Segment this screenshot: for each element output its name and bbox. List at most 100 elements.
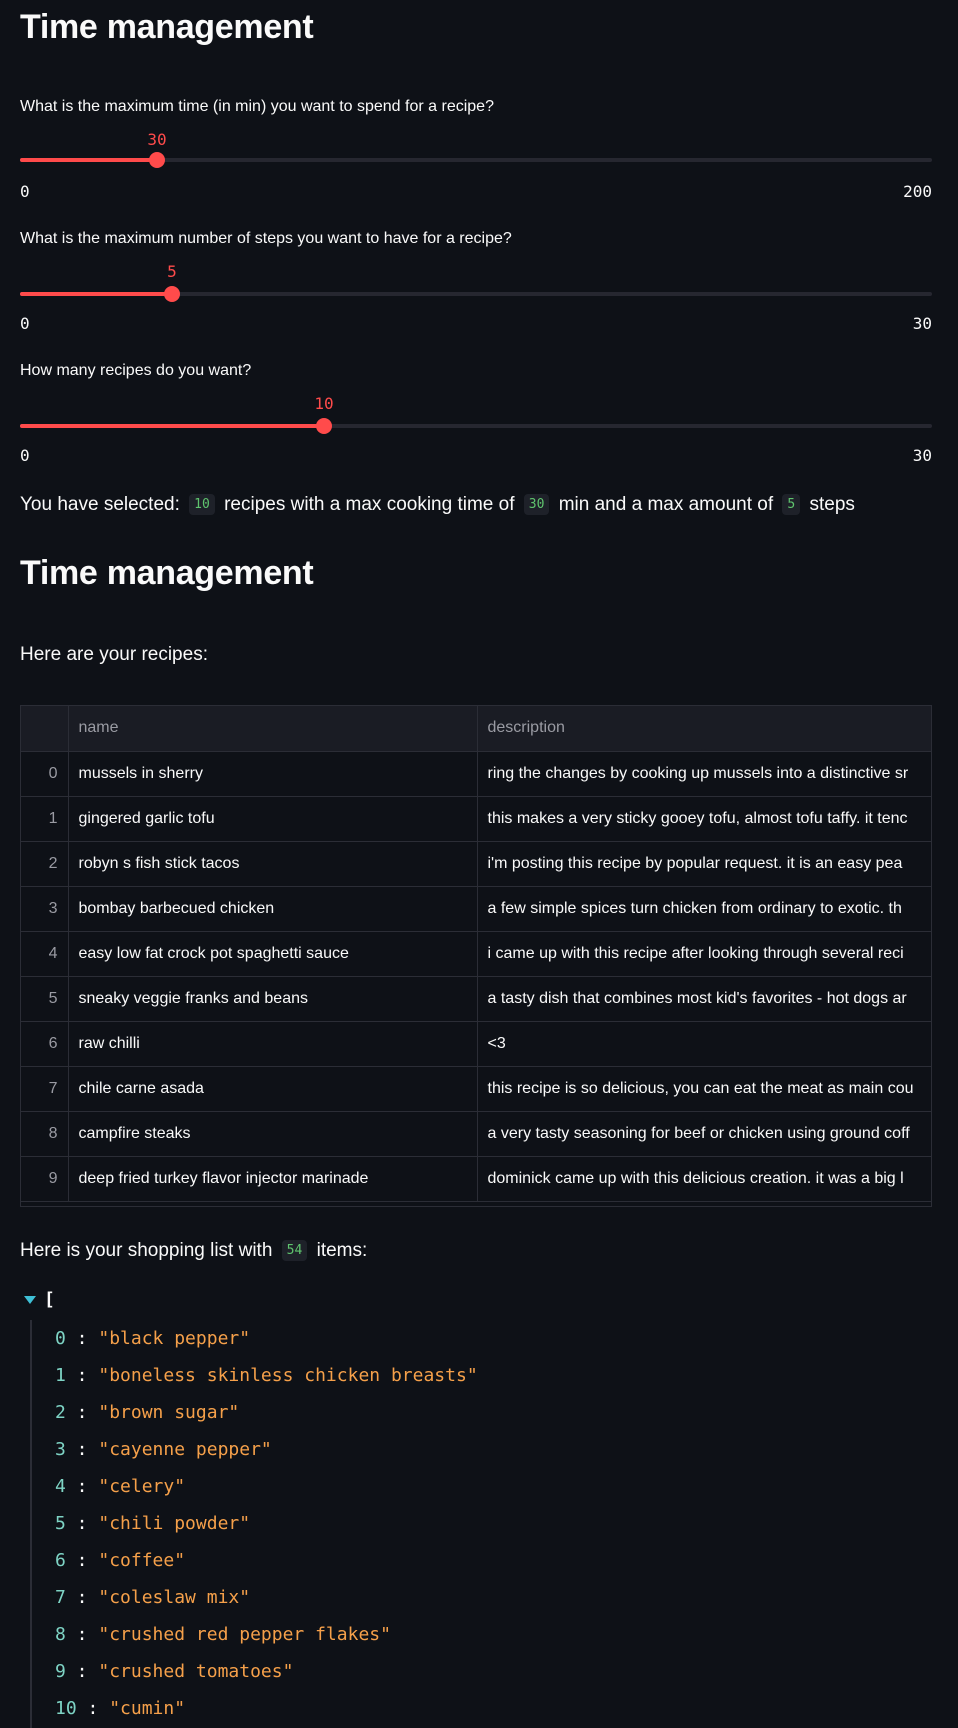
json-item: 9 : "crushed tomatoes" <box>55 1661 294 1682</box>
json-item: 2 : "brown sugar" <box>55 1402 240 1423</box>
summary-mid1: recipes with a max cooking time of <box>224 494 515 515</box>
recipe-name-cell[interactable]: easy low fat crock pot spaghetti sauce <box>68 931 478 977</box>
page-title: Time management <box>20 8 314 46</box>
summary-steps-code: 5 <box>782 494 801 515</box>
recipe-description-cell[interactable]: ring the changes by cooking up mussels i… <box>477 751 931 797</box>
table-row: 7 chile carne asada this recipe is so de… <box>21 1066 931 1112</box>
table-row: 1 gingered garlic tofu this makes a very… <box>21 796 931 842</box>
max-time-slider-min: 0 <box>20 182 30 201</box>
summary-recipes-code: 10 <box>189 494 215 515</box>
json-value: "cayenne pepper" <box>98 1439 272 1460</box>
recipe-description-cell[interactable]: a few simple spices turn chicken from or… <box>477 886 931 932</box>
table-header-row: name description <box>21 706 931 752</box>
json-item: 6 : "coffee" <box>55 1550 186 1571</box>
recipe-description-cell[interactable]: this recipe is so delicious, you can eat… <box>477 1066 931 1112</box>
json-key: 0 <box>55 1328 66 1349</box>
json-key: 7 <box>55 1587 66 1608</box>
json-value: "cumin" <box>109 1698 186 1719</box>
row-index: 6 <box>21 1021 69 1067</box>
app-page: Time management What is the maximum time… <box>0 0 958 1728</box>
max-time-slider-thumb[interactable] <box>149 152 165 168</box>
table-header-index[interactable] <box>21 706 69 752</box>
json-value: "celery" <box>98 1476 186 1497</box>
json-item: 5 : "chili powder" <box>55 1513 251 1534</box>
table-row: 8 campfire steaks a very tasty seasoning… <box>21 1111 931 1157</box>
shopping-list-intro: Here is your shopping list with 54 items… <box>20 1240 367 1262</box>
recipe-name-cell[interactable]: gingered garlic tofu <box>68 796 478 842</box>
recipe-count-slider-track[interactable] <box>20 418 932 434</box>
json-open-bracket: [ <box>44 1289 55 1310</box>
max-time-slider-track[interactable] <box>20 152 932 168</box>
json-key: 10 <box>55 1698 77 1719</box>
json-value: "crushed tomatoes" <box>98 1661 294 1682</box>
row-index: 2 <box>21 841 69 887</box>
max-steps-slider-fill <box>20 292 172 296</box>
table-header-description[interactable]: description <box>477 706 931 752</box>
recipes-intro: Here are your recipes: <box>20 644 208 665</box>
summary-mid2: min and a max amount of <box>558 494 774 515</box>
recipe-name-cell[interactable]: campfire steaks <box>68 1111 478 1157</box>
json-item: 7 : "coleslaw mix" <box>55 1587 251 1608</box>
summary-time-code: 30 <box>523 494 550 515</box>
json-item: 10 : "cumin" <box>55 1698 186 1719</box>
table-row: 2 robyn s fish stick tacos i'm posting t… <box>21 841 931 887</box>
json-item: 8 : "crushed red pepper flakes" <box>55 1624 391 1645</box>
json-value: "black pepper" <box>98 1328 251 1349</box>
max-time-slider-fill <box>20 158 157 162</box>
max-steps-slider-thumb[interactable] <box>164 286 180 302</box>
json-item: 1 : "boneless skinless chicken breasts" <box>55 1365 478 1386</box>
recipe-description-cell[interactable]: <3 <box>477 1021 931 1067</box>
json-key: 9 <box>55 1661 66 1682</box>
recipe-count-slider-fill <box>20 424 324 428</box>
recipe-name-cell[interactable]: sneaky veggie franks and beans <box>68 976 478 1022</box>
recipe-name-cell[interactable]: chile carne asada <box>68 1066 478 1112</box>
max-steps-slider-block: What is the maximum number of steps you … <box>20 230 932 340</box>
json-key: 8 <box>55 1624 66 1645</box>
json-item: 4 : "celery" <box>55 1476 186 1497</box>
json-key: 1 <box>55 1365 66 1386</box>
json-value: "crushed red pepper flakes" <box>98 1624 391 1645</box>
json-key: 3 <box>55 1439 66 1460</box>
recipe-count-slider-thumb[interactable] <box>316 418 332 434</box>
collapse-caret-icon[interactable] <box>24 1296 36 1304</box>
table-row: 6 raw chilli <3 <box>21 1021 931 1067</box>
recipe-name-cell[interactable]: mussels in sherry <box>68 751 478 797</box>
recipe-count-slider-min: 0 <box>20 446 30 465</box>
row-index: 8 <box>21 1111 69 1157</box>
shopping-prefix: Here is your shopping list with <box>20 1240 273 1261</box>
row-index: 7 <box>21 1066 69 1112</box>
recipe-description-cell[interactable]: a very tasty seasoning for beef or chick… <box>477 1111 931 1157</box>
recipes-dataframe[interactable]: name description 0 mussels in sherry rin… <box>20 705 932 1207</box>
json-value: "boneless skinless chicken breasts" <box>98 1365 478 1386</box>
shopping-suffix: items: <box>316 1240 368 1261</box>
recipe-name-cell[interactable]: bombay barbecued chicken <box>68 886 478 932</box>
json-key: 4 <box>55 1476 66 1497</box>
recipe-description-cell[interactable]: this makes a very sticky gooey tofu, alm… <box>477 796 931 842</box>
recipe-name-cell[interactable]: raw chilli <box>68 1021 478 1067</box>
json-value: "coffee" <box>98 1550 186 1571</box>
recipe-description-cell[interactable]: dominick came up with this delicious cre… <box>477 1156 931 1202</box>
row-index: 5 <box>21 976 69 1022</box>
recipe-description-cell[interactable]: a tasty dish that combines most kid's fa… <box>477 976 931 1022</box>
table-row: 9 deep fried turkey flavor injector mari… <box>21 1156 931 1202</box>
table-row: 5 sneaky veggie franks and beans a tasty… <box>21 976 931 1022</box>
recipe-description-cell[interactable]: i'm posting this recipe by popular reque… <box>477 841 931 887</box>
max-steps-slider-value: 5 <box>167 262 177 281</box>
json-value: "chili powder" <box>98 1513 251 1534</box>
json-value: "coleslaw mix" <box>98 1587 251 1608</box>
max-steps-slider-track[interactable] <box>20 286 932 302</box>
json-item: 3 : "cayenne pepper" <box>55 1439 272 1460</box>
row-index: 4 <box>21 931 69 977</box>
table-row: 4 easy low fat crock pot spaghetti sauce… <box>21 931 931 977</box>
max-time-slider-block: What is the maximum time (in min) you wa… <box>20 98 932 208</box>
table-header-name[interactable]: name <box>68 706 478 752</box>
recipe-description-cell[interactable]: i came up with this recipe after looking… <box>477 931 931 977</box>
recipe-name-cell[interactable]: robyn s fish stick tacos <box>68 841 478 887</box>
recipe-name-cell[interactable]: deep fried turkey flavor injector marina… <box>68 1156 478 1202</box>
recipe-count-slider-max: 30 <box>912 446 932 465</box>
recipes-table: name description 0 mussels in sherry rin… <box>21 706 931 1202</box>
max-steps-slider-min: 0 <box>20 314 30 333</box>
recipe-count-slider-label: How many recipes do you want? <box>20 362 252 379</box>
json-key: 5 <box>55 1513 66 1534</box>
table-row: 0 mussels in sherry ring the changes by … <box>21 751 931 797</box>
